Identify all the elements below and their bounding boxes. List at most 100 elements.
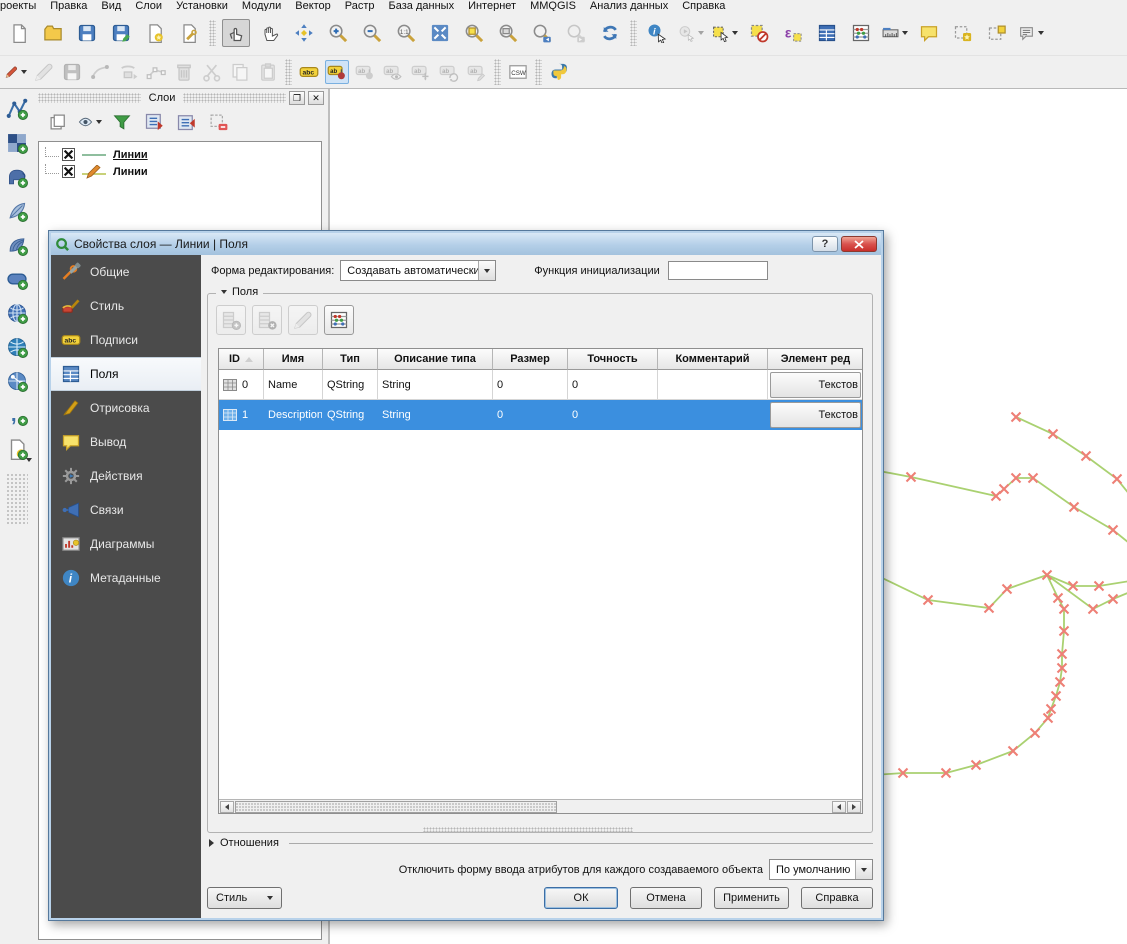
column-header-3[interactable]: Описание типа <box>378 349 493 370</box>
divider <box>289 843 873 844</box>
edit-form-label: Форма редактирования: <box>211 265 334 277</box>
rendering-icon <box>61 398 81 418</box>
column-header-7[interactable]: Элемент ред <box>768 349 863 370</box>
map-line-feature <box>1016 417 1127 500</box>
column-header-0[interactable]: ID <box>219 349 264 370</box>
manage-layer-visibility-dropdown-arrow-icon[interactable] <box>96 120 102 124</box>
sidebar-item-label: Вывод <box>90 435 126 449</box>
cell-0-2: QString <box>323 370 378 400</box>
column-header-4[interactable]: Размер <box>493 349 568 370</box>
cell-0-0: 0 <box>219 370 264 400</box>
scroll-left-button[interactable] <box>220 801 234 813</box>
scroll-left-button-2[interactable] <box>832 801 846 813</box>
column-header-label: Имя <box>282 353 304 365</box>
column-header-5[interactable]: Точность <box>568 349 658 370</box>
panel-close-button[interactable]: ✕ <box>308 91 324 105</box>
layer-properties-dialog: Свойства слоя — Линии | Поля ? Общие Стил… <box>48 230 884 921</box>
vertex-marker-icon <box>1000 485 1009 494</box>
sidebar-item-joins[interactable]: Связи <box>51 493 201 527</box>
tree-guide <box>45 164 59 174</box>
scroll-thumb[interactable] <box>235 801 557 813</box>
cancel-button[interactable]: Отмена <box>630 887 702 909</box>
panel-drag-texture[interactable] <box>183 93 286 103</box>
layer-visibility-checkbox[interactable] <box>62 165 75 178</box>
pencilgray-icon <box>293 310 313 330</box>
sidebar-item-actions[interactable]: Действия <box>51 459 201 493</box>
cell-1-2: QString <box>323 400 378 430</box>
table-row-0[interactable]: 0NameQStringString00Текстов <box>219 370 862 400</box>
suppress-form-label: Отключить форму ввода атрибутов для кажд… <box>399 864 763 876</box>
init-function-input[interactable] <box>668 261 768 280</box>
collapse-all-button[interactable] <box>173 109 199 135</box>
sidebar-item-label: Связи <box>90 503 124 517</box>
dialog-help-button[interactable]: ? <box>812 236 838 252</box>
column-header-6[interactable]: Комментарий <box>658 349 768 370</box>
manage-layer-visibility-button[interactable] <box>77 109 103 135</box>
dialog-close-button[interactable] <box>841 236 877 252</box>
layer-symbol-icon <box>81 165 107 179</box>
dialog-sidebar: Общие Стиль abc Подписи ПоляОтрисовка Вывод Де… <box>51 255 201 918</box>
table-row-1[interactable]: 1DescriptionQStringString00Текстов <box>219 400 862 430</box>
column-header-1[interactable]: Имя <box>264 349 323 370</box>
sidebar-item-general[interactable]: Общие <box>51 255 201 289</box>
field-calculator-button[interactable] <box>324 305 354 335</box>
ok-button[interactable]: ОК <box>544 887 618 909</box>
column-header-2[interactable]: Тип <box>323 349 378 370</box>
column-header-label: Тип <box>340 353 360 365</box>
remove-layer-button[interactable] <box>205 109 231 135</box>
layer-item-1[interactable]: Линии <box>39 163 321 180</box>
panel-drag-texture[interactable] <box>38 93 141 103</box>
map-line-feature <box>874 470 1127 547</box>
dialog-title: Свойства слоя — Линии | Поля <box>74 237 809 251</box>
sidebar-item-rendering[interactable]: Отрисовка <box>51 391 201 425</box>
sidebar-item-display[interactable]: Вывод <box>51 425 201 459</box>
layer-item-0[interactable]: Линии <box>39 146 321 163</box>
layer-visibility-checkbox[interactable] <box>62 148 75 161</box>
relations-section[interactable]: Отношения <box>209 837 873 849</box>
cell-value: 0 <box>242 379 248 391</box>
field-icon <box>223 379 237 391</box>
vertex-marker-icon <box>1070 503 1079 512</box>
edit-form-combo[interactable]: Создавать автоматически <box>340 260 496 281</box>
sidebar-item-metadata[interactable]: iМетаданные <box>51 561 201 595</box>
apply-button[interactable]: Применить <box>714 887 789 909</box>
expand-all-button[interactable] <box>141 109 167 135</box>
dialog-titlebar[interactable]: Свойства слоя — Линии | Поля ? <box>51 233 881 255</box>
fields-groupbox-title[interactable]: Поля <box>216 286 263 298</box>
layer-label: Линии <box>113 166 148 178</box>
cell-1-6 <box>658 400 768 430</box>
sort-indicator-icon <box>245 357 253 362</box>
fields-table-hscrollbar[interactable] <box>219 799 862 813</box>
cell-value: 0 <box>572 379 578 391</box>
vertex-marker-icon <box>1109 526 1118 535</box>
splitter-handle[interactable] <box>423 827 633 833</box>
sidebar-item-fields[interactable]: Поля <box>51 357 201 391</box>
layers-panel-titlebar: Слои ❐ ✕ <box>34 89 328 107</box>
sidebar-item-label: Подписи <box>90 333 138 347</box>
sidebar-item-diagrams[interactable]: Диаграммы <box>51 527 201 561</box>
toggle-editing-mode-button <box>288 305 318 335</box>
edit-widget-button[interactable]: Текстов <box>770 402 861 428</box>
panel-float-button[interactable]: ❐ <box>289 91 305 105</box>
abacus-icon <box>329 310 349 330</box>
filter-legend-button[interactable] <box>109 109 135 135</box>
suppress-form-combo[interactable]: По умолчанию <box>769 859 873 880</box>
qgis-logo-icon <box>55 237 70 252</box>
scroll-right-button[interactable] <box>847 801 861 813</box>
close-icon <box>854 240 864 249</box>
vertex-marker-icon <box>1109 595 1118 604</box>
edit-widget-button[interactable]: Текстов <box>770 372 861 398</box>
style-button[interactable]: Стиль <box>207 887 282 909</box>
qgis-window: роектыПравкаВидСлоиУстановкиМодулиВектор… <box>0 0 1127 944</box>
cell-1-5: 0 <box>568 400 658 430</box>
svg-text:abc: abc <box>65 338 77 345</box>
collapseall-icon <box>176 112 196 132</box>
sidebar-item-labels[interactable]: abc Подписи <box>51 323 201 357</box>
cell-0-1: Name <box>264 370 323 400</box>
sidebar-item-label: Общие <box>90 265 129 279</box>
metadata-icon: i <box>61 568 81 588</box>
cell-value: Name <box>268 379 297 391</box>
sidebar-item-style[interactable]: Стиль <box>51 289 201 323</box>
help-button[interactable]: Справка <box>801 887 873 909</box>
add-group-button[interactable] <box>45 109 71 135</box>
